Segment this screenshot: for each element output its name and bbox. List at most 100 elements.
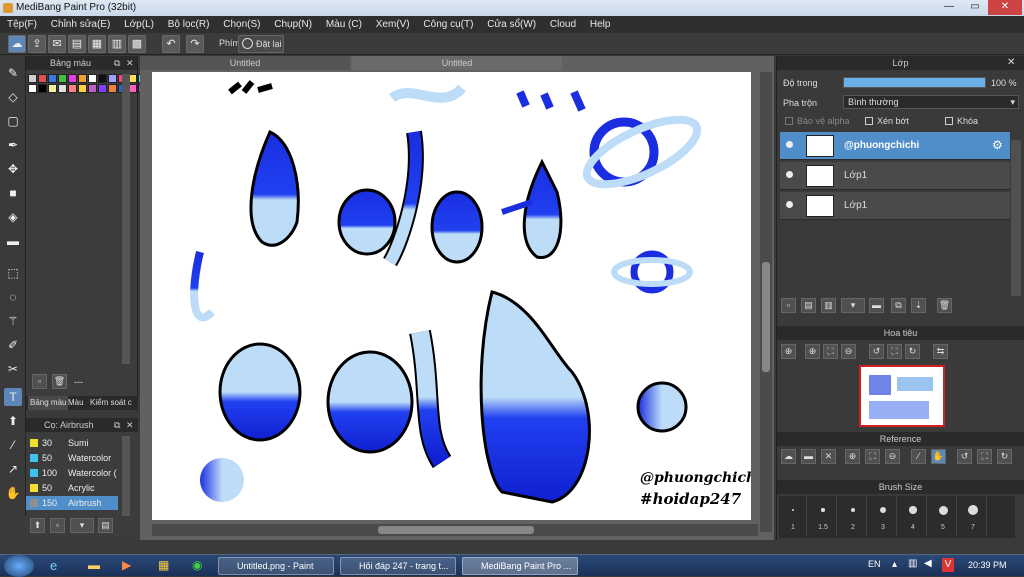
- brush-item[interactable]: 30 Sumi: [26, 436, 118, 450]
- brush-item[interactable]: 100 Watercolor (: [26, 466, 118, 480]
- open-folder-icon[interactable]: ▬: [801, 449, 816, 464]
- tab-untitled-1[interactable]: Untitled: [140, 56, 350, 70]
- flip-icon[interactable]: ⇆: [933, 344, 948, 359]
- horizontal-scrollbar[interactable]: [152, 524, 758, 536]
- palette-scrollbar[interactable]: [122, 74, 130, 364]
- menu-file[interactable]: Tệp(F): [7, 16, 37, 33]
- color-swatch[interactable]: [98, 84, 107, 93]
- color-swatch[interactable]: [28, 74, 37, 83]
- new-8bit-icon[interactable]: ▥: [821, 298, 836, 313]
- fit-icon[interactable]: ⛶: [823, 344, 838, 359]
- cloud-ref-icon[interactable]: ☁: [781, 449, 796, 464]
- brush-size-cell[interactable]: 1: [779, 496, 807, 536]
- select-pen-icon[interactable]: ✐: [4, 336, 22, 354]
- task-browser[interactable]: Hỏi đáp 247 - trang t...: [340, 557, 456, 575]
- menu-snap[interactable]: Chụp(N): [274, 16, 312, 33]
- color-swatch[interactable]: [68, 74, 77, 83]
- media-icon[interactable]: ▶: [122, 558, 131, 572]
- explorer-icon[interactable]: ▬: [88, 558, 100, 572]
- reset-button[interactable]: Đặt lại: [238, 35, 284, 53]
- lasso-icon[interactable]: ◌: [4, 288, 22, 306]
- rotate-reset-icon[interactable]: ⛶: [887, 344, 902, 359]
- task-medibang[interactable]: MediBang Paint Pro ...: [462, 557, 578, 575]
- clipping-checkbox[interactable]: [865, 117, 873, 125]
- tab-color[interactable]: Màu: [68, 396, 84, 410]
- ref-rotate-reset-icon[interactable]: ⛶: [977, 449, 992, 464]
- brush-add-icon[interactable]: ▾: [70, 518, 94, 533]
- task-paint[interactable]: Untitled.png - Paint: [218, 557, 334, 575]
- new-layer-icon[interactable]: ▫: [781, 298, 796, 313]
- pen-tool-icon[interactable]: ✒: [4, 136, 22, 154]
- magic-wand-icon[interactable]: ⚚: [4, 312, 22, 330]
- cloud-icon[interactable]: ☁: [8, 35, 26, 53]
- protect-alpha-checkbox[interactable]: [785, 117, 793, 125]
- gear-icon[interactable]: ⚙: [992, 138, 1003, 152]
- vertical-scrollbar[interactable]: [760, 72, 772, 532]
- add-layer-menu-icon[interactable]: ▾: [841, 298, 865, 313]
- brush-size-cell[interactable]: 2: [839, 496, 867, 536]
- layer-row[interactable]: Lớp1: [780, 192, 1010, 220]
- ref-rotate-left-icon[interactable]: ↺: [957, 449, 972, 464]
- text-tool-icon[interactable]: T: [4, 388, 22, 406]
- close-ref-icon[interactable]: ✕: [821, 449, 836, 464]
- volume-icon[interactable]: ◀: [924, 558, 932, 569]
- antivirus-icon[interactable]: V: [942, 558, 954, 572]
- minimize-button[interactable]: —: [936, 0, 962, 15]
- menu-filter[interactable]: Bộ lọc(R): [168, 16, 210, 33]
- rectangle-tool-icon[interactable]: ▢: [4, 112, 22, 130]
- popout-icon[interactable]: ⧉: [114, 418, 120, 432]
- brush-item[interactable]: 150 Airbrush: [26, 496, 118, 510]
- menu-cloud[interactable]: Cloud: [550, 16, 576, 33]
- comment-icon[interactable]: ✉: [48, 35, 66, 53]
- close-panel-icon[interactable]: ✕: [126, 418, 134, 432]
- color-swatch[interactable]: [28, 84, 37, 93]
- menu-edit[interactable]: Chỉnh sửa(E): [51, 16, 111, 33]
- menu-select[interactable]: Chọn(S): [223, 16, 260, 33]
- select-rect-icon[interactable]: ⬚: [4, 264, 22, 282]
- brush-size-cell[interactable]: 4: [899, 496, 927, 536]
- tray-up-icon[interactable]: ▴: [892, 559, 897, 570]
- tab-palette[interactable]: Bảng màu: [28, 396, 69, 410]
- layer-row[interactable]: Lớp1: [780, 162, 1010, 190]
- pin-icon[interactable]: ▦: [158, 558, 169, 572]
- add-swatch-icon[interactable]: ▫: [32, 374, 47, 389]
- menu-window[interactable]: Cửa sổ(W): [487, 16, 536, 33]
- vertical-scroll-thumb[interactable]: [762, 262, 770, 372]
- brush-scrollbar[interactable]: [122, 436, 130, 516]
- color-swatch[interactable]: [58, 84, 67, 93]
- color-swatch[interactable]: [78, 74, 87, 83]
- rotate-right-icon[interactable]: ↻: [905, 344, 920, 359]
- maximize-button[interactable]: ▭: [962, 0, 988, 15]
- rotate-left-icon[interactable]: ↺: [869, 344, 884, 359]
- brush-item[interactable]: 50 Watercolor: [26, 451, 118, 465]
- color-swatch[interactable]: [88, 84, 97, 93]
- ref-zoom-in-icon[interactable]: ⊕: [845, 449, 860, 464]
- zoom-out-icon[interactable]: ⊖: [841, 344, 856, 359]
- folder-icon[interactable]: ▬: [869, 298, 884, 313]
- layer-scrollbar[interactable]: [1011, 140, 1021, 296]
- eye-icon[interactable]: [786, 141, 793, 148]
- bucket-tool-icon[interactable]: ◈: [4, 208, 22, 226]
- gradient-tool-icon[interactable]: ▬: [4, 232, 22, 250]
- menu-view[interactable]: Xem(V): [376, 16, 410, 33]
- fill-rect-tool-icon[interactable]: ■: [4, 184, 22, 202]
- opacity-slider[interactable]: [843, 77, 986, 88]
- close-panel-icon[interactable]: ✕: [1007, 57, 1015, 68]
- lock-checkbox[interactable]: [945, 117, 953, 125]
- brush-size-cell[interactable]: 1.5: [809, 496, 837, 536]
- grid-icon[interactable]: ▥: [108, 35, 126, 53]
- brush-size-cell[interactable]: 5: [929, 496, 957, 536]
- color-swatch[interactable]: [58, 74, 67, 83]
- upload-icon[interactable]: ⇪: [28, 35, 46, 53]
- brush-size-cell[interactable]: 3: [869, 496, 897, 536]
- eraser-tool-icon[interactable]: ◇: [4, 88, 22, 106]
- select-eraser-icon[interactable]: ✂: [4, 360, 22, 378]
- color-swatch[interactable]: [88, 74, 97, 83]
- page-icon[interactable]: ▦: [88, 35, 106, 53]
- color-swatch[interactable]: [38, 84, 47, 93]
- ie-icon[interactable]: e: [50, 558, 57, 573]
- navigator-preview[interactable]: [859, 365, 945, 427]
- undo-icon[interactable]: ↶: [162, 35, 180, 53]
- ref-fit-icon[interactable]: ⛶: [865, 449, 880, 464]
- duplicate-icon[interactable]: ⧉: [891, 298, 906, 313]
